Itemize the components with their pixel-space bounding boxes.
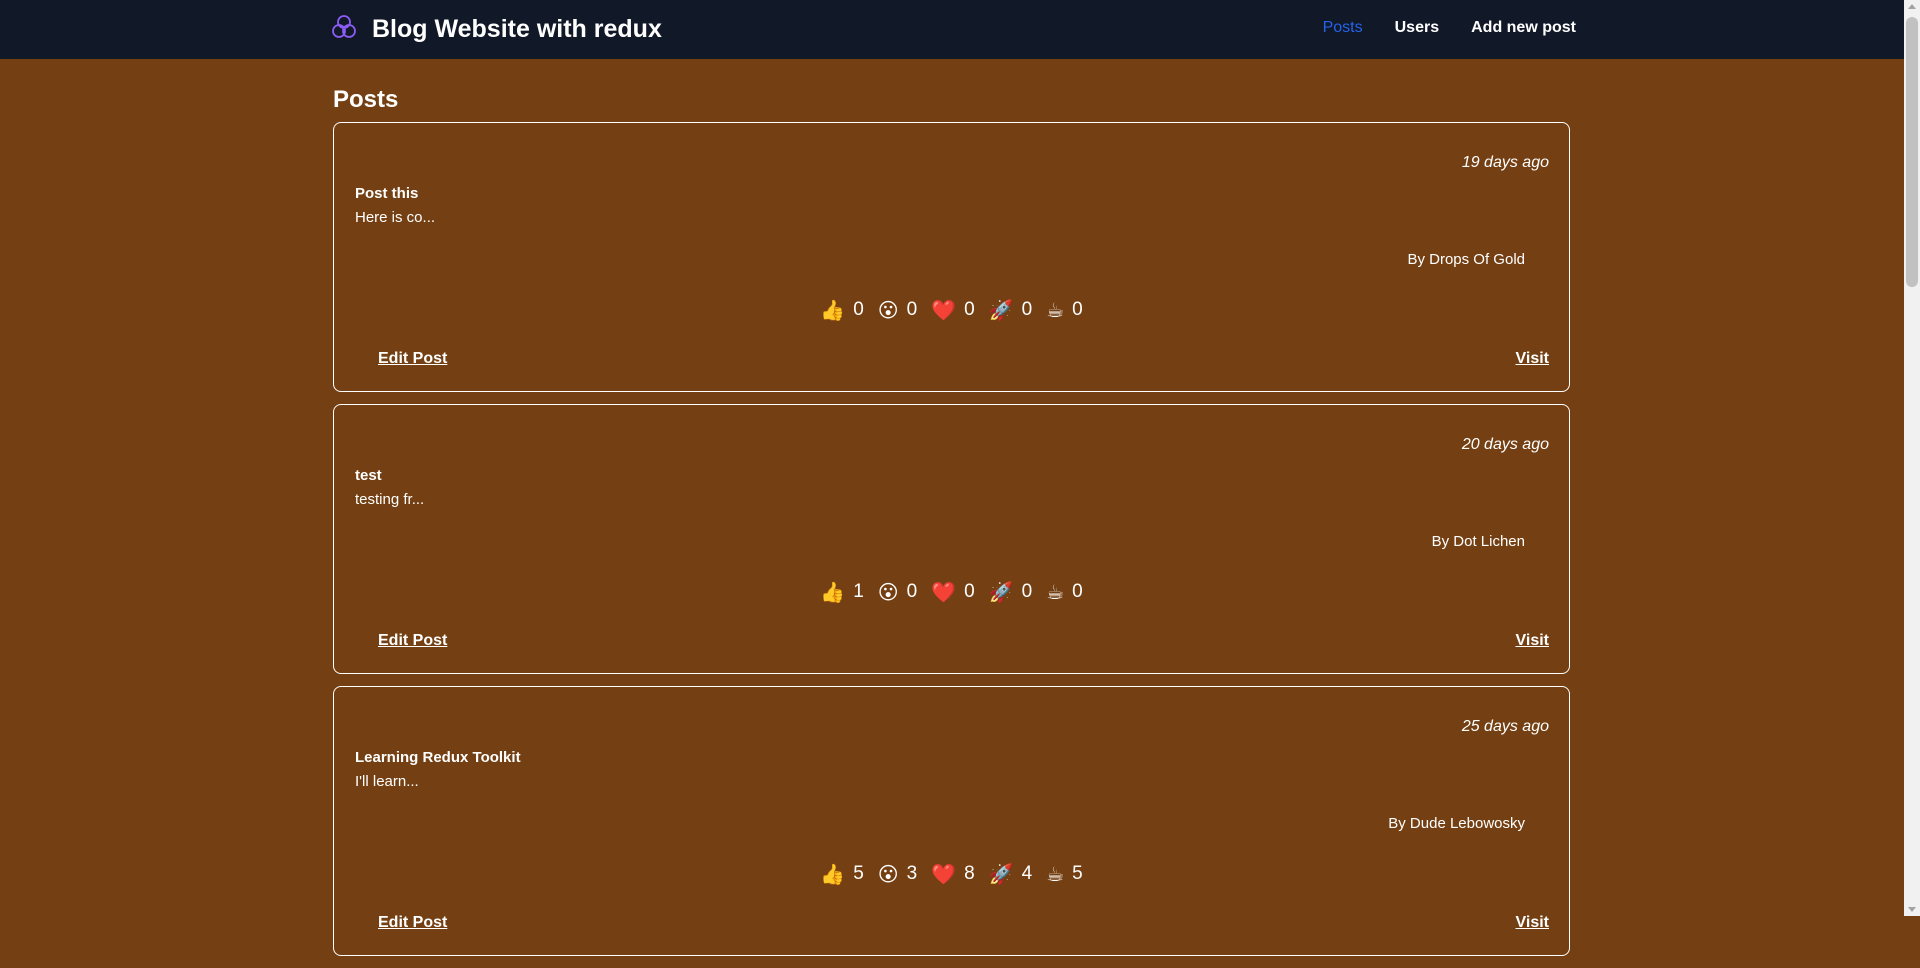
edit-post-link[interactable]: Edit Post	[378, 914, 447, 932]
post-excerpt: Here is co...	[355, 209, 436, 226]
coffee-reaction-button[interactable]: ☕ 5	[1046, 862, 1083, 886]
heart-icon: ❤️	[931, 862, 957, 886]
reaction-count: 0	[964, 299, 975, 320]
post-author: By Dot Lichen	[1431, 533, 1525, 550]
rocket-reaction-button[interactable]: 🚀 0	[989, 298, 1032, 322]
reaction-count: 0	[1072, 581, 1083, 602]
thumbs-up-reaction-button[interactable]: 👍 0	[820, 298, 863, 322]
reaction-bar: 👍 5 😮 3 ❤️ 8 🚀 4 ☕ 5	[334, 862, 1569, 886]
post-author: By Drops Of Gold	[1407, 251, 1525, 268]
brand[interactable]: Blog Website with redux	[330, 13, 662, 46]
coffee-icon: ☕	[1046, 580, 1065, 604]
coffee-icon: ☕	[1046, 298, 1065, 322]
thumbs-up-icon: 👍	[820, 298, 846, 322]
nav-link-users[interactable]: Users	[1395, 19, 1439, 37]
reaction-count: 1	[853, 581, 864, 602]
rocket-reaction-button[interactable]: 🚀 0	[989, 580, 1032, 604]
heart-reaction-button[interactable]: ❤️ 0	[931, 580, 974, 604]
reaction-count: 0	[906, 581, 918, 602]
rocket-icon: 🚀	[988, 862, 1014, 886]
post-time: 19 days ago	[1461, 154, 1549, 171]
reaction-count: 0	[853, 299, 864, 320]
nav-link-posts[interactable]: Posts	[1323, 19, 1363, 37]
post-title: Learning Redux Toolkit	[355, 749, 521, 766]
heart-icon: ❤️	[931, 580, 957, 604]
reaction-count: 0	[1021, 299, 1033, 320]
post-title: test	[355, 467, 382, 484]
reaction-count: 5	[853, 863, 864, 884]
reaction-bar: 👍 0 😮 0 ❤️ 0 🚀 0 ☕ 0	[334, 298, 1569, 322]
logo-icon	[330, 13, 358, 46]
rocket-reaction-button[interactable]: 🚀 4	[989, 862, 1032, 886]
wow-face-icon: 😮	[877, 298, 899, 322]
scroll-down-arrow-icon[interactable]	[1908, 907, 1916, 912]
wow-reaction-button[interactable]: 😮 3	[878, 862, 917, 886]
wow-face-icon: 😮	[877, 580, 899, 604]
thumbs-up-reaction-button[interactable]: 👍 5	[820, 862, 863, 886]
visit-post-link[interactable]: Visit	[1516, 914, 1550, 932]
post-author: By Dude Lebowosky	[1388, 815, 1525, 832]
thumbs-up-icon: 👍	[820, 580, 846, 604]
post-time: 20 days ago	[1461, 436, 1549, 453]
edit-post-link[interactable]: Edit Post	[378, 350, 447, 368]
rocket-icon: 🚀	[988, 580, 1014, 604]
reaction-count: 0	[964, 581, 975, 602]
post-excerpt: testing fr...	[355, 491, 425, 508]
posts-list: 19 days ago Post this Here is co... By D…	[333, 122, 1570, 968]
page-title: Posts	[333, 86, 399, 113]
page-scrollbar[interactable]	[1904, 0, 1920, 916]
post-card: 19 days ago Post this Here is co... By D…	[333, 122, 1570, 392]
brand-title: Blog Website with redux	[372, 15, 662, 43]
post-excerpt: I'll learn...	[355, 773, 419, 790]
coffee-reaction-button[interactable]: ☕ 0	[1046, 298, 1083, 322]
heart-reaction-button[interactable]: ❤️ 8	[931, 862, 974, 886]
wow-face-icon: 😮	[877, 862, 899, 886]
nav-link-add-new-post[interactable]: Add new post	[1471, 19, 1576, 37]
wow-reaction-button[interactable]: 😮 0	[878, 298, 917, 322]
main-nav: Posts Users Add new post	[1323, 19, 1576, 37]
heart-icon: ❤️	[931, 298, 957, 322]
reaction-count: 5	[1072, 863, 1083, 884]
edit-post-link[interactable]: Edit Post	[378, 632, 447, 650]
reaction-count: 0	[906, 299, 918, 320]
thumbs-up-icon: 👍	[820, 862, 846, 886]
visit-post-link[interactable]: Visit	[1516, 632, 1550, 650]
visit-post-link[interactable]: Visit	[1516, 350, 1550, 368]
post-card: 20 days ago test testing fr... By Dot Li…	[333, 404, 1570, 674]
post-time: 25 days ago	[1461, 718, 1549, 735]
heart-reaction-button[interactable]: ❤️ 0	[931, 298, 974, 322]
reaction-count: 8	[964, 863, 975, 884]
thumbs-up-reaction-button[interactable]: 👍 1	[820, 580, 863, 604]
reaction-count: 4	[1021, 863, 1033, 884]
scroll-up-arrow-icon[interactable]	[1908, 4, 1916, 9]
wow-reaction-button[interactable]: 😮 0	[878, 580, 917, 604]
scrollbar-thumb[interactable]	[1906, 17, 1918, 287]
coffee-reaction-button[interactable]: ☕ 0	[1046, 580, 1083, 604]
reaction-count: 3	[906, 863, 918, 884]
post-title: Post this	[355, 185, 419, 202]
reaction-bar: 👍 1 😮 0 ❤️ 0 🚀 0 ☕ 0	[334, 580, 1569, 604]
reaction-count: 0	[1021, 581, 1033, 602]
top-navbar: Blog Website with redux Posts Users Add …	[0, 0, 1904, 59]
reaction-count: 0	[1072, 299, 1083, 320]
coffee-icon: ☕	[1046, 862, 1065, 886]
rocket-icon: 🚀	[988, 298, 1014, 322]
